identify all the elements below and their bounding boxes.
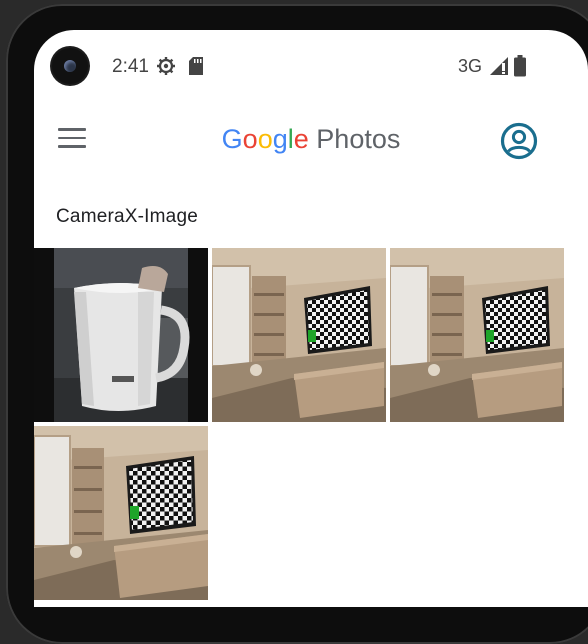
- phone-screen: 2:41 3G Google Photos CameraX-Image: [34, 30, 588, 607]
- front-camera: [52, 48, 88, 84]
- account-circle-icon[interactable]: [500, 122, 538, 160]
- album-title: CameraX-Image: [56, 206, 198, 227]
- signal-icon: [489, 56, 509, 81]
- status-time: 2:41: [112, 56, 149, 77]
- app-bar: Google Photos: [34, 112, 588, 172]
- photo-thumbnail-room-tv[interactable]: [390, 248, 564, 422]
- status-bar: 2:41 3G: [34, 30, 588, 102]
- network-type: 3G: [458, 56, 483, 76]
- sd-card-icon: [188, 56, 204, 81]
- photo-thumbnail-room-tv[interactable]: [212, 248, 386, 422]
- photo-thumbnail-room-tv[interactable]: [34, 426, 208, 600]
- battery-icon: [514, 55, 526, 82]
- brand-product-name: Photos: [316, 124, 401, 154]
- photo-thumbnail-mug[interactable]: [34, 248, 208, 422]
- settings-gear-icon: [156, 56, 176, 81]
